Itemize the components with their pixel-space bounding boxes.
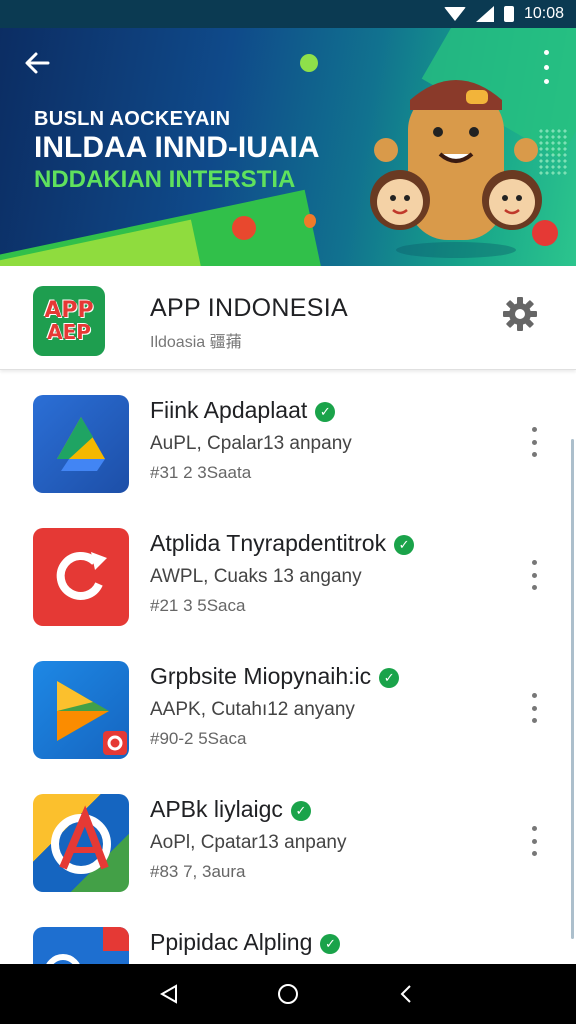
- app-developer: AuPL, Cpalar13 anpany: [150, 433, 352, 454]
- circle-home-icon: [277, 984, 298, 1004]
- battery-icon: [503, 6, 514, 22]
- app-logo-text: AEP: [47, 320, 91, 344]
- chevron-left-icon: [400, 985, 411, 1003]
- back-button[interactable]: [20, 48, 54, 82]
- list-item[interactable]: Ppipidac Alpling ✓: [0, 903, 576, 964]
- verified-check-icon: ✓: [394, 535, 415, 555]
- signal-icon: [475, 6, 494, 22]
- list-item[interactable]: Atplida Tnyrapdentitrok ✓ AWPL, Cuaks 13 …: [0, 504, 576, 637]
- nav-back-button[interactable]: [154, 979, 184, 1009]
- list-item[interactable]: Grpbsite Miopynaih:ic ✓ AAPK, Cutahı12 an…: [0, 637, 576, 770]
- app-meta: #21 3 5Saca: [150, 596, 246, 615]
- banner-line-1: BUSLN AOCKEYAIN: [34, 108, 231, 130]
- app-list: Fiink Apdaplaat ✓ AuPL, Cpalar13 anpany #…: [0, 371, 576, 964]
- more-options-button[interactable]: [528, 427, 540, 457]
- banner-headline: BUSLN AOCKEYAIN INLDAA INND-IUAIA NDDAKI…: [34, 108, 320, 195]
- app-icon-partial: [33, 927, 129, 964]
- triangle-back-icon: [160, 984, 178, 1004]
- page-subtitle: Ildoasia 疆蒱: [150, 334, 242, 351]
- app-name: APBk liylaigc ✓: [150, 796, 311, 823]
- status-time: 10:08: [523, 5, 564, 22]
- app-name: Ppipidac Alpling ✓: [150, 929, 341, 956]
- list-item[interactable]: APBk liylaigc ✓ AoPl, Cpatar13 anpany #83…: [0, 770, 576, 903]
- decor-dot: [300, 54, 318, 72]
- app-developer: AWPL, Cuaks 13 angany: [150, 566, 362, 587]
- app-developer: AAPK, Cutahı12 anyany: [150, 699, 355, 720]
- app-name: Fiink Apdaplaat ✓: [150, 397, 336, 424]
- wifi-icon: [443, 7, 466, 21]
- mascot-illustration: [370, 80, 542, 258]
- verified-check-icon: ✓: [315, 402, 336, 422]
- app-icon-letter-a: [33, 794, 129, 892]
- scrollbar[interactable]: [571, 439, 574, 939]
- app-icon-drive: [33, 395, 129, 493]
- page-title: APP INDONESIA: [150, 294, 348, 322]
- gear-icon[interactable]: [502, 296, 538, 332]
- banner-line-3: NDDAKIAN INTERSTIA: [34, 166, 296, 193]
- nav-recent-button[interactable]: [392, 979, 422, 1009]
- app-name: Atplida Tnyrapdentitrok ✓: [150, 530, 415, 557]
- list-item[interactable]: Fiink Apdaplaat ✓ AuPL, Cpalar13 anpany #…: [0, 371, 576, 504]
- more-options-button[interactable]: [528, 693, 540, 723]
- system-nav-bar: [0, 964, 576, 1024]
- banner-line-2: INLDAA INND-IUAIA: [34, 131, 320, 164]
- nav-home-button[interactable]: [273, 979, 303, 1009]
- app-icon-refresh: [33, 528, 129, 626]
- app-developer: AoPl, Cpatar13 anpany: [150, 832, 347, 853]
- arrow-left-icon: [25, 52, 50, 74]
- decor-dot: [232, 216, 256, 240]
- banner-decoration: [0, 219, 204, 266]
- app-meta: #31 2 3Saata: [150, 463, 252, 482]
- verified-check-icon: ✓: [379, 668, 400, 688]
- app-icon-play: [33, 661, 129, 759]
- decor-dot: [304, 214, 316, 228]
- app-name: Grpbsite Miopynaih:ic ✓: [150, 663, 400, 690]
- app-header: APP AEP APP INDONESIA Ildoasia 疆蒱: [0, 266, 576, 370]
- app-logo: APP AEP: [33, 286, 105, 356]
- verified-check-icon: ✓: [320, 934, 341, 954]
- more-options-button[interactable]: [528, 560, 540, 590]
- promo-banner: BUSLN AOCKEYAIN INLDAA INND-IUAIA NDDAKI…: [0, 28, 576, 266]
- status-bar: 10:08: [0, 0, 576, 28]
- verified-check-icon: ✓: [290, 801, 311, 821]
- app-meta: #83 7, 3aura: [150, 862, 246, 881]
- more-options-button[interactable]: [528, 826, 540, 856]
- app-meta: #90-2 5Saca: [150, 729, 247, 748]
